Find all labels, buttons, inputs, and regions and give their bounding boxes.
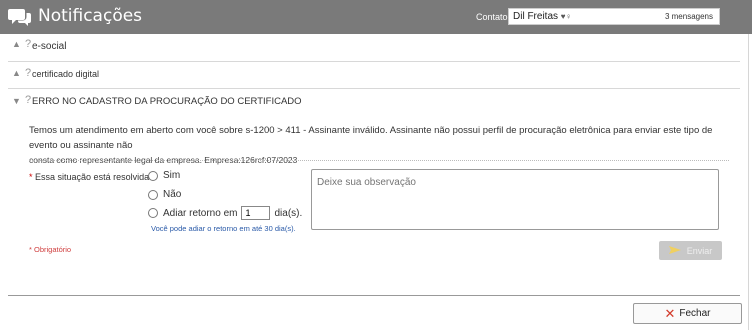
send-label: Enviar	[686, 245, 713, 256]
notification-e-social[interactable]: ▲ ? e-social	[8, 36, 740, 62]
radio-nao[interactable]	[148, 189, 158, 200]
expand-arrow-icon[interactable]: ▲	[12, 68, 21, 78]
send-icon	[668, 245, 681, 256]
notification-label: ERRO NO CADASTRO DA PROCURAÇÃO DO CERTIF…	[32, 96, 302, 107]
contact-selector[interactable]: Dil Freitas ♥♀ 3 mensagens	[508, 8, 720, 25]
notifications-header: Notificações Contato Dil Freitas ♥♀ 3 me…	[0, 0, 752, 34]
question-mark-icon: ?	[25, 67, 32, 79]
close-label: Fechar	[679, 308, 711, 319]
option-label: Não	[163, 189, 182, 200]
collapse-arrow-icon[interactable]: ▼	[12, 96, 21, 106]
send-button[interactable]: Enviar	[659, 241, 722, 260]
message-count: 3 mensagens	[664, 12, 713, 21]
expand-arrow-icon[interactable]: ▲	[12, 39, 21, 49]
contact-emoji-icon: ♥♀	[560, 12, 572, 21]
contact-label: Contato	[476, 12, 508, 22]
postpone-hint: Você pode adiar o retorno em até 30 dia(…	[151, 224, 296, 233]
question-mark-icon: ?	[25, 38, 32, 50]
postpone-days-input[interactable]	[241, 206, 271, 220]
footer-divider	[8, 295, 740, 296]
divider	[29, 160, 729, 161]
resolved-question: * Essa situação está resolvida?	[29, 172, 154, 182]
option-label: Sim	[163, 170, 181, 181]
chat-bubbles-icon	[8, 7, 32, 30]
message-line: Temos um atendimento em aberto com você …	[29, 125, 713, 151]
notification-label: e-social	[32, 41, 67, 52]
radio-sim[interactable]	[148, 170, 158, 181]
notification-message: Temos um atendimento em aberto com você …	[29, 123, 734, 168]
notification-label: certificado digital	[32, 69, 100, 79]
page-title: Notificações	[38, 6, 143, 26]
question-mark-icon: ?	[25, 94, 32, 106]
radio-adiar[interactable]	[148, 208, 158, 218]
close-icon: ✕	[664, 306, 676, 321]
option-nao[interactable]: Não	[148, 189, 181, 200]
contact-name: Dil Freitas ♥♀	[513, 11, 572, 22]
option-suffix: dia(s).	[274, 207, 303, 219]
window-border	[748, 34, 749, 330]
option-sim[interactable]: Sim	[148, 170, 180, 181]
observation-textarea[interactable]	[311, 169, 719, 230]
notification-erro-procuracao[interactable]: ▼ ? ERRO NO CADASTRO DA PROCURAÇÃO DO CE…	[8, 89, 740, 113]
close-button[interactable]: ✕ Fechar	[633, 303, 742, 324]
question-text: Essa situação está resolvida?	[35, 172, 155, 182]
notification-certificado-digital[interactable]: ▲ ? certificado digital	[8, 62, 740, 89]
option-label: Adiar retorno em	[163, 207, 238, 219]
option-adiar[interactable]: Adiar retorno em dia(s).	[148, 206, 302, 220]
required-marker: *	[29, 172, 33, 182]
required-note: * Obrigatório	[29, 245, 72, 254]
